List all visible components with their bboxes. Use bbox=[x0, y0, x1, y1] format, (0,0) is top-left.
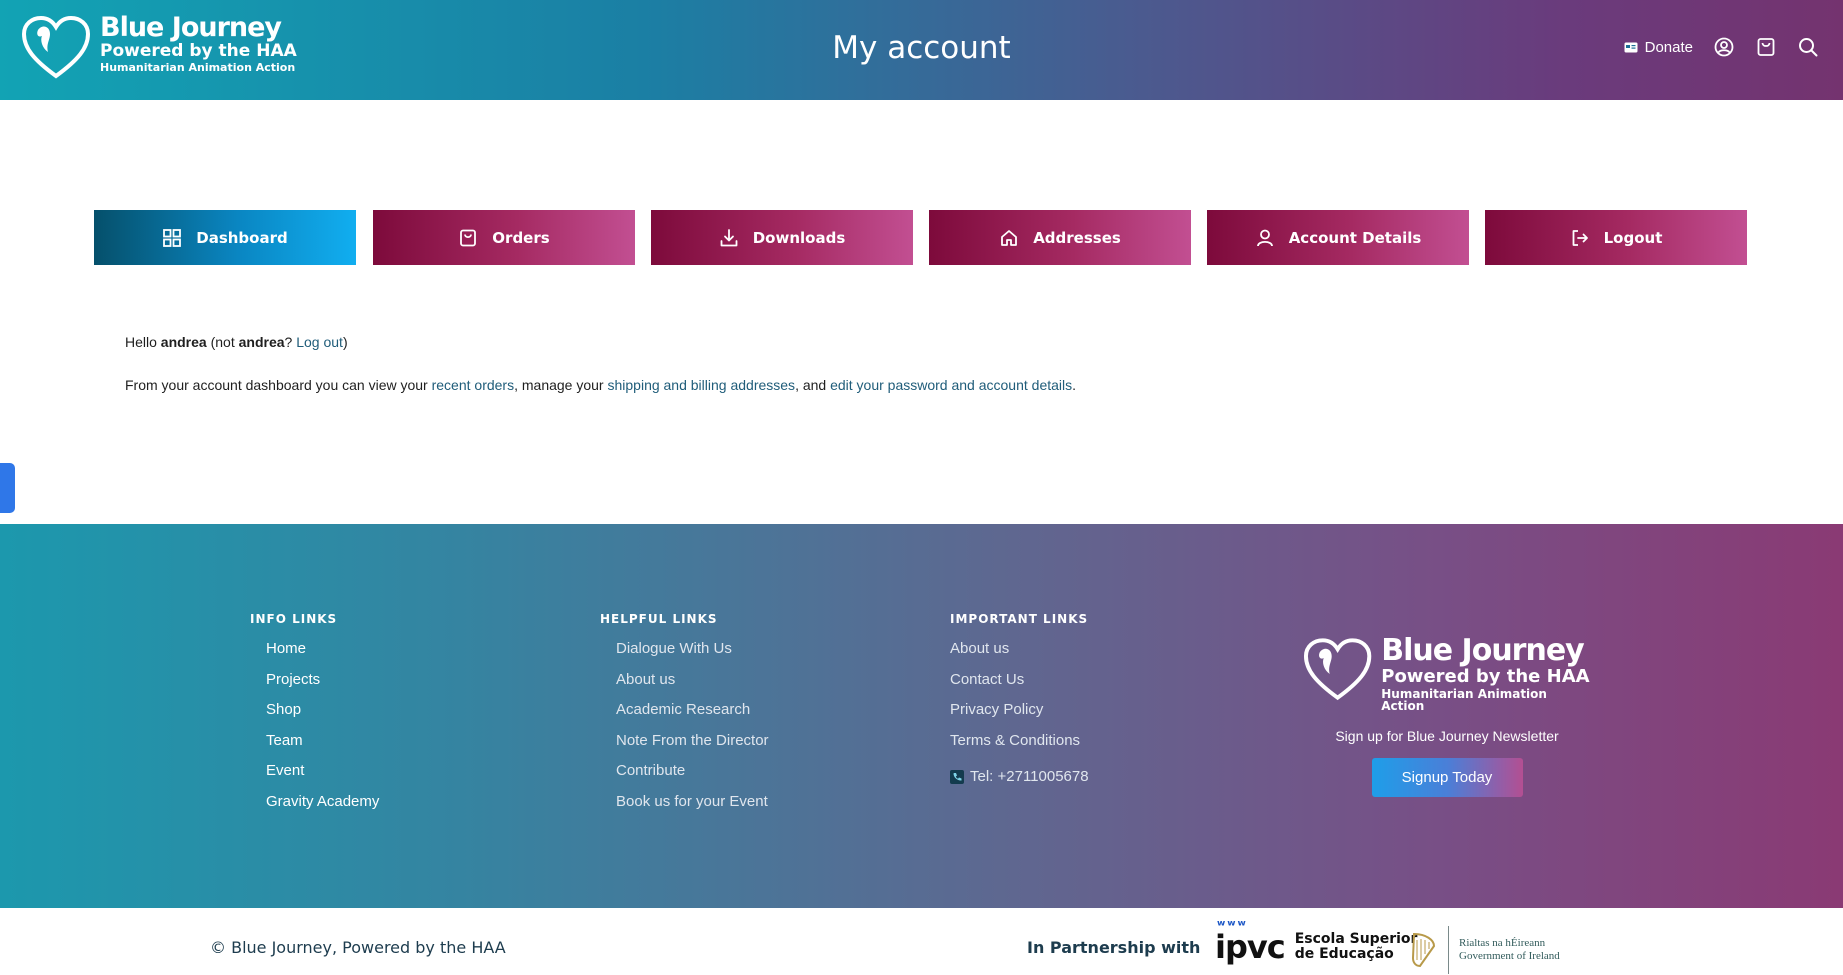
footer-link-academic-research[interactable]: Academic Research bbox=[616, 701, 769, 732]
nav-downloads-label: Downloads bbox=[752, 228, 846, 247]
cart-icon bbox=[1757, 38, 1775, 56]
footer-important-heading: IMPORTANT LINKS bbox=[950, 612, 1089, 626]
footer-link-book-us[interactable]: Book us for your Event bbox=[616, 793, 769, 824]
footer-brand: Blue Journey Powered by the HAA Humanita… bbox=[1302, 636, 1592, 797]
search-button[interactable] bbox=[1797, 36, 1819, 58]
intro-text-2: , manage your bbox=[514, 377, 604, 393]
page-title: My account bbox=[832, 30, 1011, 66]
site-footer: INFO LINKS Home Projects Shop Team Event… bbox=[0, 524, 1843, 908]
footer-logo-subtitle: Powered by the HAA bbox=[1381, 666, 1590, 687]
search-icon bbox=[1799, 38, 1818, 57]
footer-link-projects[interactable]: Projects bbox=[266, 671, 379, 702]
bottom-bar: © Blue Journey, Powered by the HAA In Pa… bbox=[0, 908, 1843, 975]
logout-icon bbox=[1572, 229, 1588, 246]
harp-icon bbox=[1411, 932, 1436, 968]
nav-logout-label: Logout bbox=[1603, 228, 1663, 247]
gov-line-2: Government of Ireland bbox=[1459, 950, 1560, 962]
dashboard-content: Hello andrea (not andrea? Log out) From … bbox=[125, 333, 1625, 394]
footer-link-gravity-academy[interactable]: Gravity Academy bbox=[266, 793, 379, 824]
footer-helpful-links: HELPFUL LINKS Dialogue With Us About us … bbox=[600, 612, 769, 823]
nav-dashboard-label: Dashboard bbox=[196, 228, 288, 247]
donate-link[interactable]: Donate bbox=[1624, 39, 1693, 56]
donate-card-icon bbox=[1624, 42, 1638, 52]
side-feedback-tab[interactable] bbox=[0, 463, 15, 513]
ipvc-line-1: Escola Superior bbox=[1294, 931, 1418, 947]
user-account-button[interactable] bbox=[1713, 36, 1735, 58]
footer-link-contact[interactable]: Contact Us bbox=[950, 671, 1089, 702]
account-navigation: Dashboard Orders Downloads Addresses Acc… bbox=[94, 210, 1748, 265]
footer-link-event[interactable]: Event bbox=[266, 762, 379, 793]
intro-text-1: From your account dashboard you can view… bbox=[125, 377, 428, 393]
donate-label: Donate bbox=[1644, 38, 1693, 56]
nav-addresses-label: Addresses bbox=[1033, 228, 1121, 247]
nav-account-details-button[interactable]: Account Details bbox=[1207, 210, 1469, 265]
footer-important-links: IMPORTANT LINKS About us Contact Us Priv… bbox=[950, 612, 1089, 793]
logo-divider bbox=[1448, 926, 1449, 974]
greeting-not-user: andrea bbox=[238, 334, 285, 350]
account-details-link[interactable]: edit your password and account details bbox=[830, 377, 1072, 393]
home-icon bbox=[1001, 229, 1018, 246]
footer-info-links: INFO LINKS Home Projects Shop Team Event… bbox=[250, 612, 379, 823]
signup-button[interactable]: Signup Today bbox=[1371, 758, 1523, 797]
greeting-hello: Hello bbox=[125, 334, 157, 350]
footer-link-director-note[interactable]: Note From the Director bbox=[616, 732, 769, 763]
dashboard-grid-icon bbox=[163, 228, 182, 247]
download-icon bbox=[720, 228, 738, 246]
footer-phone[interactable]: Tel: +2711005678 bbox=[950, 762, 1089, 793]
nav-logout-button[interactable]: Logout bbox=[1485, 210, 1747, 265]
greeting-close: ) bbox=[342, 334, 348, 350]
footer-link-privacy[interactable]: Privacy Policy bbox=[950, 701, 1089, 732]
heart-horse-logo-icon bbox=[1303, 638, 1372, 701]
site-header: Blue Journey Powered by the HAA Humanita… bbox=[0, 0, 1843, 100]
intro-text-4: . bbox=[1072, 377, 1077, 393]
footer-logo-tagline: Humanitarian Animation Action bbox=[1381, 687, 1547, 713]
nav-orders-label: Orders bbox=[492, 228, 550, 247]
gov-line-1: Rialtas na hÉireann bbox=[1459, 937, 1546, 949]
user-icon bbox=[1256, 229, 1273, 246]
footer-link-about[interactable]: About us bbox=[950, 640, 1089, 671]
ipvc-line-2: de Educação bbox=[1294, 946, 1394, 962]
footer-link-contribute[interactable]: Contribute bbox=[616, 762, 769, 793]
phone-icon bbox=[950, 770, 964, 785]
nav-dashboard-button[interactable]: Dashboard bbox=[94, 210, 356, 265]
header-actions: Donate bbox=[1624, 36, 1819, 58]
copyright-text: © Blue Journey, Powered by the HAA bbox=[210, 938, 506, 957]
footer-helpful-heading: HELPFUL LINKS bbox=[600, 612, 718, 626]
dashboard-intro: From your account dashboard you can view… bbox=[125, 376, 1625, 394]
footer-logo[interactable]: Blue Journey Powered by the HAA Humanita… bbox=[1302, 636, 1592, 712]
footer-phone-text: Tel: +2711005678 bbox=[970, 768, 1089, 786]
footer-link-about-us[interactable]: About us bbox=[616, 671, 769, 702]
partnership-label: In Partnership with bbox=[1027, 938, 1201, 957]
ipvc-partner-logo[interactable]: ʷʷʷ ipvc Escola Superior de Educação bbox=[1215, 918, 1418, 966]
greeting-username: andrea bbox=[160, 334, 207, 350]
greeting-line: Hello andrea (not andrea? Log out) bbox=[125, 333, 1625, 351]
footer-link-home[interactable]: Home bbox=[266, 640, 379, 671]
greeting-logout-link[interactable]: Log out bbox=[296, 334, 343, 350]
user-account-icon bbox=[1714, 37, 1734, 57]
nav-account-details-label: Account Details bbox=[1288, 228, 1422, 247]
greeting-question: ? bbox=[284, 334, 293, 350]
footer-info-heading: INFO LINKS bbox=[250, 612, 338, 626]
footer-link-dialogue[interactable]: Dialogue With Us bbox=[616, 640, 769, 671]
greeting-not-prefix: (not bbox=[210, 334, 235, 350]
footer-link-terms[interactable]: Terms & Conditions bbox=[950, 732, 1089, 763]
recent-orders-link[interactable]: recent orders bbox=[432, 377, 514, 393]
nav-downloads-button[interactable]: Downloads bbox=[651, 210, 913, 265]
intro-text-3: , and bbox=[795, 377, 827, 393]
addresses-link[interactable]: shipping and billing addresses bbox=[607, 377, 795, 393]
footer-logo-title: Blue Journey bbox=[1381, 633, 1584, 668]
footer-link-team[interactable]: Team bbox=[266, 732, 379, 763]
shopping-bag-icon bbox=[460, 229, 477, 246]
nav-addresses-button[interactable]: Addresses bbox=[929, 210, 1191, 265]
ipvc-logo-icon: ʷʷʷ ipvc bbox=[1215, 918, 1286, 966]
newsletter-text: Sign up for Blue Journey Newsletter bbox=[1335, 728, 1559, 744]
government-partner-logo[interactable]: Rialtas na hÉireann Government of Irelan… bbox=[1408, 926, 1560, 974]
footer-link-shop[interactable]: Shop bbox=[266, 701, 379, 732]
nav-orders-button[interactable]: Orders bbox=[373, 210, 635, 265]
cart-button[interactable] bbox=[1755, 36, 1777, 58]
